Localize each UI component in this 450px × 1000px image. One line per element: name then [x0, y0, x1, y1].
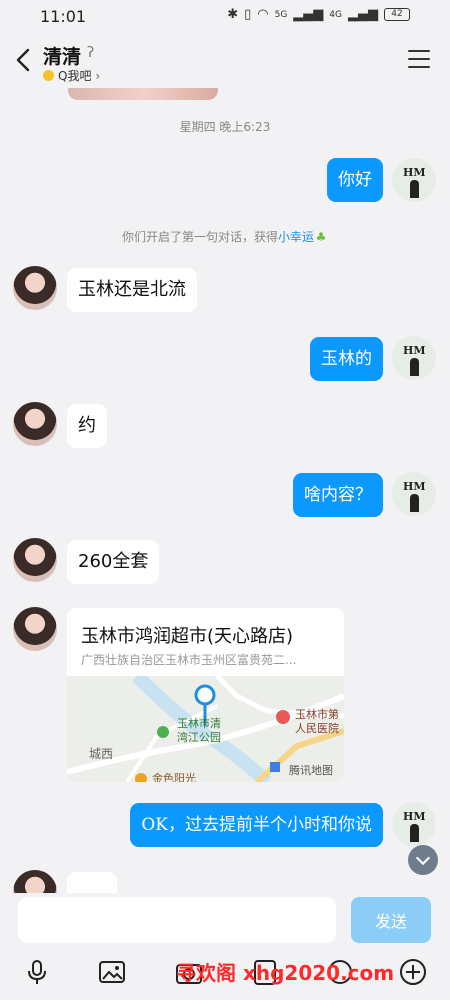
contact-avatar[interactable] [13, 402, 57, 446]
message-bubble-incoming[interactable]: 约 [67, 404, 107, 448]
message-bubble-incoming-partial[interactable] [67, 872, 117, 893]
contact-status[interactable]: Q我吧 › [43, 67, 100, 84]
message-bubble-outgoing[interactable]: OK，过去提前半个小时和你说 [130, 803, 383, 847]
back-icon[interactable] [14, 46, 34, 74]
avatar-logo: HM [403, 166, 426, 179]
contact-avatar[interactable] [13, 607, 57, 651]
signal-5g-icon: 5G [274, 9, 288, 20]
my-avatar[interactable]: HM [392, 472, 436, 516]
bluetooth-icon: ✱ [227, 7, 239, 22]
lucky-link[interactable]: 小幸运 [278, 230, 314, 244]
avatar-figure [410, 180, 419, 198]
avatar-logo: HM [403, 480, 426, 493]
clover-icon: ♣ [315, 230, 327, 244]
watermark: 寻欢阁 xhg2020.com [176, 961, 395, 985]
avatar-logo: HM [403, 810, 426, 823]
plus-icon[interactable] [398, 957, 428, 987]
signal-bars-icon: ▂▄▆ [293, 7, 324, 22]
menu-icon[interactable] [408, 50, 430, 68]
contact-avatar[interactable] [13, 266, 57, 310]
chat-area[interactable]: ♥ ♥ 星期四 晚上6:23 你好 HM 你们开启了第一句对话，获得小幸运♣ 玉… [0, 88, 450, 893]
avatar-figure [410, 358, 419, 376]
status-bar: 11:01 ✱ ▯ ◠ 5G ▂▄▆ 4G ▂▄▆ 42 [0, 0, 450, 32]
previous-image-message[interactable]: ♥ ♥ [68, 88, 218, 100]
chat-header: 清清 ʔ Q我吧 › [0, 32, 450, 88]
avatar-logo: HM [403, 344, 426, 357]
status-time: 11:01 [40, 7, 87, 26]
avatar-figure [410, 494, 419, 512]
send-button[interactable]: 发送 [351, 897, 431, 943]
signal-bars-icon-2: ▂▄▆ [348, 7, 378, 22]
my-avatar[interactable]: HM [392, 802, 436, 846]
my-avatar[interactable]: HM [392, 336, 436, 380]
svg-text:金色阳光: 金色阳光 [152, 771, 196, 782]
system-message-text: 你们开启了第一句对话，获得 [121, 230, 278, 244]
status-icons: ✱ ▯ ◠ 5G ▂▄▆ 4G ▂▄▆ 42 [227, 7, 410, 22]
scroll-down-icon[interactable] [408, 845, 438, 875]
location-card[interactable]: 玉林市鸿润超市(天心路店) 广西壮族自治区玉林市玉州区富贵苑二... 玉林市清 … [67, 608, 344, 782]
avatar-figure [410, 824, 419, 842]
contact-avatar[interactable] [13, 538, 57, 582]
location-address: 广西壮族自治区玉林市玉州区富贵苑二... [81, 653, 297, 667]
vibrate-icon: ▯ [244, 7, 252, 22]
signal-4g-icon: 4G [329, 9, 342, 20]
map-preview[interactable]: 玉林市清 湾江公园 玉林市第 人民医院 城西 金色阳光 腾讯地图 [67, 671, 344, 782]
message-timestamp: 星期四 晚上6:23 [179, 120, 271, 134]
input-bar: 发送 寻欢阁 xhg2020.com [0, 893, 450, 1000]
svg-text:人民医院: 人民医院 [295, 721, 339, 735]
contact-name[interactable]: 清清 [43, 42, 81, 69]
message-bubble-outgoing[interactable]: 玉林的 [310, 337, 383, 381]
wifi-icon: ◠ [257, 7, 269, 22]
microphone-icon[interactable] [22, 957, 52, 987]
location-name: 玉林市鸿润超市(天心路店) [81, 626, 294, 647]
svg-text:湾江公园: 湾江公园 [177, 730, 221, 744]
previous-image-decoration: ♥ ♥ [124, 88, 154, 92]
map-graphic: 玉林市清 湾江公园 玉林市第 人民医院 城西 金色阳光 腾讯地图 [67, 671, 344, 782]
ear-icon: ʔ [87, 45, 95, 61]
svg-text:玉林市清: 玉林市清 [177, 716, 221, 730]
battery-icon: 42 [384, 8, 410, 21]
message-bubble-incoming[interactable]: 玉林还是北流 [67, 268, 197, 312]
system-message: 你们开启了第一句对话，获得小幸运 ♣ [0, 228, 450, 245]
contact-avatar[interactable] [13, 870, 57, 893]
contact-status-text: Q我吧 [58, 69, 92, 83]
message-bubble-incoming[interactable]: 260全套 [67, 540, 160, 584]
smiley-icon [43, 70, 54, 81]
svg-text:玉林市第: 玉林市第 [295, 707, 339, 721]
message-bubble-outgoing[interactable]: 啥内容？ [293, 473, 383, 517]
message-input[interactable] [18, 897, 336, 943]
image-icon[interactable] [97, 957, 127, 987]
svg-text:腾讯地图: 腾讯地图 [289, 763, 333, 777]
message-bubble-outgoing[interactable]: 你好 [327, 158, 383, 202]
chevron-right-icon: › [95, 68, 101, 83]
my-avatar[interactable]: HM [392, 158, 436, 202]
svg-text:城西: 城西 [89, 747, 113, 761]
